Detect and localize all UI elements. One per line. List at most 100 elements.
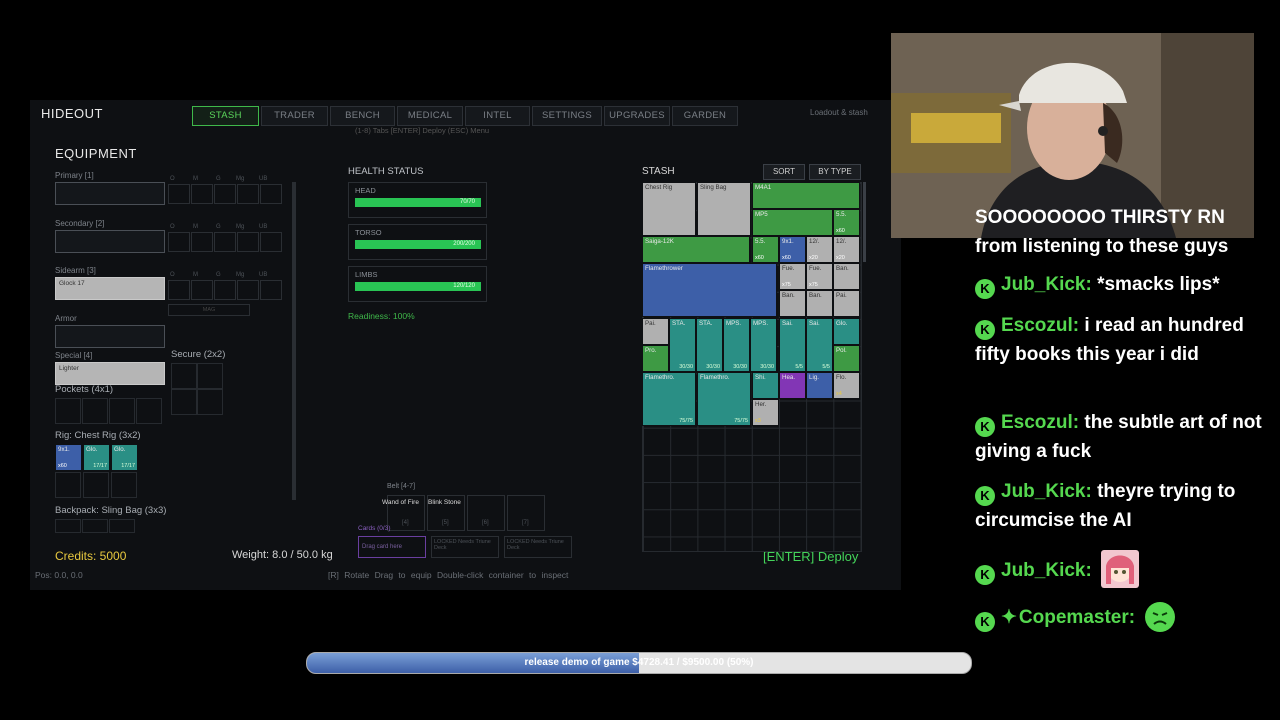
stash-item[interactable]: 9x1. x60 xyxy=(779,236,806,263)
rig-cell[interactable] xyxy=(55,472,81,498)
tab-stash[interactable]: STASH xyxy=(192,106,259,126)
stash-item[interactable]: Flamethro. 75/75 xyxy=(697,372,751,426)
card-slot[interactable]: Drag card here xyxy=(358,536,426,558)
tab-garden[interactable]: GARDEN xyxy=(672,106,738,126)
stash-item[interactable]: Shi. xyxy=(752,372,779,399)
tab-bench[interactable]: BENCH xyxy=(330,106,395,126)
tab-upgrades[interactable]: UPGRADES xyxy=(604,106,670,126)
stash-item[interactable]: Ban. xyxy=(806,290,833,317)
stash-item[interactable]: Sai. 5/5 xyxy=(806,318,833,372)
stash-item[interactable]: STA. 30/30 xyxy=(669,318,696,372)
attach-slot[interactable] xyxy=(191,280,213,300)
rig-item[interactable]: Glo. 17/17 xyxy=(111,444,138,471)
kick-icon: K xyxy=(975,417,995,437)
stash-item[interactable]: 12/. x20 xyxy=(833,236,860,263)
attach-slot[interactable] xyxy=(214,184,236,204)
special-slot[interactable]: Lighter xyxy=(55,362,165,385)
chat-message: K Escozul: the subtle art of not giving a… xyxy=(975,408,1265,466)
stash-item[interactable]: Her. x3 xyxy=(752,399,779,426)
sidearm-slot[interactable]: Glock 17 xyxy=(55,277,165,300)
armor-slot[interactable] xyxy=(55,325,165,348)
secure-cell[interactable] xyxy=(197,363,223,389)
chat-user[interactable]: Jub_Kick: xyxy=(1001,560,1092,581)
rig-item[interactable]: 9x1. x60 xyxy=(55,444,82,471)
belt-slot[interactable]: [6] xyxy=(467,495,505,531)
belt-slot[interactable]: [7] xyxy=(507,495,545,531)
stash-item[interactable]: MP5 xyxy=(752,209,833,236)
rig-item-qty: x60 xyxy=(58,463,67,469)
stash-item[interactable]: Pai. xyxy=(642,318,669,345)
attach-slot[interactable] xyxy=(260,184,282,204)
stash-item[interactable]: Hea. xyxy=(779,372,806,399)
rig-cell[interactable] xyxy=(111,472,137,498)
stash-item[interactable]: MPS. 30/30 xyxy=(750,318,777,372)
stash-item[interactable]: Flo. x4 xyxy=(833,372,860,399)
stash-item[interactable]: Sai. 5/5 xyxy=(779,318,806,372)
chat-user[interactable]: Escozul: xyxy=(1001,412,1079,433)
pocket-cell[interactable] xyxy=(82,398,108,424)
stash-item[interactable]: MPS. 30/30 xyxy=(723,318,750,372)
rig-item[interactable]: Glo. 17/17 xyxy=(83,444,110,471)
secure-cell[interactable] xyxy=(197,389,223,415)
tab-trader[interactable]: TRADER xyxy=(261,106,328,126)
attach-slot[interactable] xyxy=(237,232,259,252)
stash-item[interactable]: Chest Rig xyxy=(642,182,696,236)
stash-item[interactable]: Pro. xyxy=(642,345,669,372)
mag-button[interactable]: MAG xyxy=(168,304,250,316)
belt-slot[interactable]: Wand of Fire [4] xyxy=(382,495,425,531)
primary-slot[interactable] xyxy=(55,182,165,205)
rig-cell[interactable] xyxy=(83,472,109,498)
tab-medical[interactable]: MEDICAL xyxy=(397,106,463,126)
stash-item[interactable]: Pol. xyxy=(833,345,860,372)
pocket-cell[interactable] xyxy=(55,398,81,424)
stash-item[interactable]: Pai. xyxy=(833,290,860,317)
stash-item[interactable]: Lig. xyxy=(806,372,833,399)
chat-user[interactable]: Escozul: xyxy=(1001,315,1079,336)
attach-slot[interactable] xyxy=(168,184,190,204)
by-type-button[interactable]: BY TYPE xyxy=(809,164,861,180)
stash-item[interactable]: 12/. x20 xyxy=(806,236,833,263)
stash-item[interactable]: 5.5. x60 xyxy=(752,236,779,263)
attach-slot[interactable] xyxy=(237,184,259,204)
chat-user[interactable]: Copemaster: xyxy=(1019,607,1135,628)
stash-item[interactable]: Sling Bag xyxy=(697,182,751,236)
stash-item[interactable]: 5.5. x60 xyxy=(833,209,860,236)
stash-item[interactable]: Fue. x75 xyxy=(779,263,806,290)
attach-slot[interactable] xyxy=(237,280,259,300)
stash-item[interactable]: Glo. xyxy=(833,318,860,345)
chat-user[interactable]: Jub_Kick: xyxy=(1001,274,1092,295)
belt-slot[interactable]: Blink Stone [5] xyxy=(427,495,465,531)
attach-slot[interactable] xyxy=(191,232,213,252)
attach-slot[interactable] xyxy=(260,232,282,252)
secondary-slot[interactable] xyxy=(55,230,165,253)
attach-slot[interactable] xyxy=(168,232,190,252)
attach-slot[interactable] xyxy=(214,232,236,252)
backpack-cell[interactable] xyxy=(82,519,108,533)
belt-title: Belt [4-7] xyxy=(387,483,416,490)
tab-intel[interactable]: INTEL xyxy=(465,106,530,126)
sort-button[interactable]: SORT xyxy=(763,164,805,180)
secure-cell[interactable] xyxy=(171,389,197,415)
rig-item-name: Glo. xyxy=(114,446,126,453)
attach-slot[interactable] xyxy=(191,184,213,204)
backpack-cell[interactable] xyxy=(109,519,135,533)
stash-item[interactable]: Flamethro. 75/75 xyxy=(642,372,696,426)
stash-item[interactable]: STA. 30/30 xyxy=(696,318,723,372)
equipment-scrollbar[interactable] xyxy=(292,182,296,500)
chat-user[interactable]: Jub_Kick: xyxy=(1001,481,1092,502)
tab-settings[interactable]: SETTINGS xyxy=(532,106,602,126)
backpack-cell[interactable] xyxy=(55,519,81,533)
stash-item[interactable]: Fue. x75 xyxy=(806,263,833,290)
secure-cell[interactable] xyxy=(171,363,197,389)
stash-item[interactable]: Flamethrower xyxy=(642,263,777,317)
stash-scrollbar[interactable] xyxy=(863,182,866,262)
stash-item[interactable]: M4A1 xyxy=(752,182,860,209)
stash-item[interactable]: Ban. xyxy=(833,263,860,290)
attach-slot[interactable] xyxy=(168,280,190,300)
attach-slot[interactable] xyxy=(214,280,236,300)
stash-item[interactable]: Saiga-12K xyxy=(642,236,750,263)
pocket-cell[interactable] xyxy=(136,398,162,424)
pocket-cell[interactable] xyxy=(109,398,135,424)
stash-item[interactable]: Ban. xyxy=(779,290,806,317)
attach-slot[interactable] xyxy=(260,280,282,300)
